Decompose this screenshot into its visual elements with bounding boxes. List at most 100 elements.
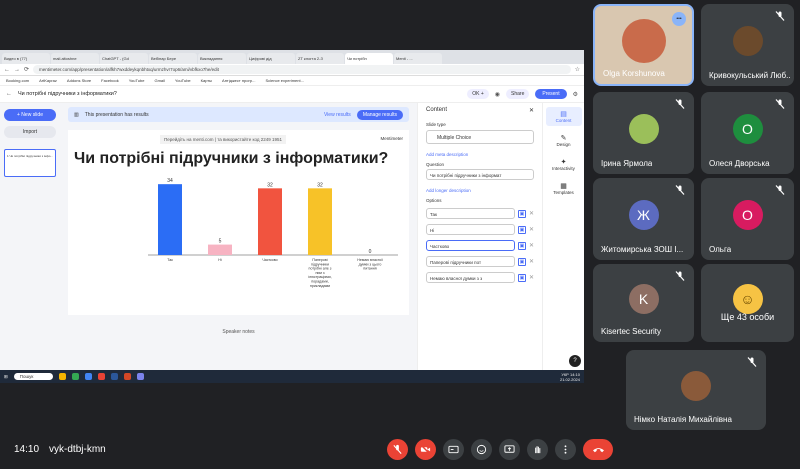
back-arrow-icon[interactable]: ← (6, 91, 12, 97)
tab-content[interactable]: ▤ Content (545, 107, 582, 126)
taskbar-search[interactable]: Пошук (13, 373, 54, 380)
category-label: Немаю власної думки з цього питання (357, 258, 382, 271)
participant-tile[interactable]: ☺ Ще 43 особи (701, 264, 794, 342)
app-icon[interactable] (137, 373, 145, 380)
edge-icon[interactable] (85, 373, 93, 380)
raise-hand-button[interactable] (527, 439, 548, 460)
participant-avatar: K (628, 284, 659, 315)
new-slide-button[interactable]: + New slide (4, 109, 56, 121)
remove-icon[interactable]: ✕ (529, 226, 534, 233)
image-icon[interactable]: ▣ (517, 257, 526, 266)
browser-tab[interactable]: Викладання (198, 53, 246, 64)
chrome-icon[interactable] (72, 373, 80, 380)
participant-tile[interactable]: Кривокульський Люб... (701, 4, 794, 86)
back-icon[interactable]: ← (4, 67, 10, 73)
word-icon[interactable] (111, 373, 119, 380)
option-input[interactable]: Частково (426, 240, 515, 251)
participant-photo (628, 113, 659, 144)
bookmark[interactable]: Science experiment... (265, 78, 303, 83)
url-input[interactable]: mentimeter.com/app/presentation/alfkh7wx… (33, 65, 571, 74)
app-icon[interactable] (98, 373, 106, 380)
remove-icon[interactable]: ✕ (529, 242, 534, 249)
participant-tile[interactable]: Ж Житомирська ЗОШ І... (593, 178, 694, 260)
browser-tab-active[interactable]: Чи потрібн (345, 53, 393, 64)
add-longer-link[interactable]: Add longer description (426, 188, 534, 193)
image-icon[interactable]: ▣ (517, 241, 526, 250)
reactions-button[interactable] (471, 439, 492, 460)
image-icon[interactable]: ▣ (517, 273, 526, 282)
help-icon[interactable]: ? (569, 355, 581, 367)
tab-templates[interactable]: ▦ Templates (546, 179, 582, 198)
bookmark[interactable]: YouTube (129, 78, 145, 83)
browser-tab[interactable]: ZT клогта 2-З (296, 53, 344, 64)
participant-tile[interactable]: Ірина Ярмола (593, 92, 694, 174)
tab-interactivity[interactable]: ✦ Interactivity (546, 155, 582, 174)
participant-tile[interactable]: K Kisertec Security (593, 264, 694, 342)
present-button[interactable]: Present (535, 89, 567, 99)
question-input[interactable]: Чи потрібні підручники з інформат (426, 169, 534, 180)
share-button[interactable]: Share (506, 89, 530, 99)
explorer-icon[interactable] (59, 373, 67, 380)
add-meta-link[interactable]: Add meta description (426, 152, 534, 157)
option-input[interactable]: Ні (426, 224, 515, 235)
meeting-clock: 14:10 (14, 443, 40, 455)
manage-results-button[interactable]: Manage results (356, 109, 403, 120)
participant-tile[interactable]: О Ольга (701, 178, 794, 260)
mic-off-button[interactable] (387, 439, 408, 460)
bookmark[interactable]: Facebook (101, 78, 119, 83)
remove-icon[interactable]: ✕ (529, 258, 534, 265)
forward-icon[interactable]: → (14, 67, 20, 73)
slide-type-select[interactable]: Multiple Choice (426, 130, 534, 144)
view-results-link[interactable]: View results (324, 112, 351, 118)
bookmark[interactable]: ArtKapraz (39, 78, 57, 83)
bookmark[interactable]: Gmail (154, 78, 164, 83)
present-screen-button[interactable] (499, 439, 520, 460)
more-options-button[interactable] (555, 439, 576, 460)
browser-tab[interactable]: Вебінар Бере (149, 53, 197, 64)
participant-tile[interactable]: Німко Наталія Михайлівна (626, 350, 766, 430)
presentation-title[interactable]: Чи потрібні підручники з інформатики? (18, 91, 461, 97)
browser-tab[interactable]: ChatGPT - (Gd (100, 53, 148, 64)
leave-call-button[interactable] (583, 439, 613, 460)
bookmark[interactable]: Антіджест прогр... (222, 78, 255, 83)
speaker-notes[interactable]: Speaker notes (68, 329, 409, 335)
bar-value-label: 32 (317, 182, 323, 188)
option-row: Паперові підручники пот ▣ ✕ (426, 256, 534, 267)
reload-icon[interactable]: ⟳ (24, 66, 29, 73)
participant-tile[interactable]: О Олеся Дворська (701, 92, 794, 174)
tab-design[interactable]: ✎ Design (546, 131, 582, 150)
option-input[interactable]: Немаю власної думки з з (426, 272, 515, 283)
ok-button[interactable]: OK + (467, 89, 489, 99)
bookmark[interactable]: Booking.com (6, 78, 29, 83)
image-icon[interactable]: ▣ (517, 225, 526, 234)
tab-label: Design (556, 142, 571, 147)
option-input[interactable]: Паперові підручники пот (426, 256, 515, 267)
settings-icon[interactable]: ⚙ (573, 91, 578, 98)
browser-tab[interactable]: mail.altoshnе (51, 53, 99, 64)
slide-type-label: Slide type (426, 122, 446, 127)
camera-off-button[interactable] (415, 439, 436, 460)
bookmark[interactable]: Карты (201, 78, 212, 83)
import-button[interactable]: Import (4, 126, 56, 138)
windows-start-icon[interactable]: ⊞ (4, 374, 8, 380)
bookmark[interactable]: YouTube (175, 78, 191, 83)
option-input[interactable]: Так (426, 208, 515, 219)
browser-tab[interactable]: Цифрові дід (247, 53, 295, 64)
browser-tab[interactable]: Видео в (77) (2, 53, 50, 64)
more-icon[interactable]: ••• (672, 12, 686, 26)
browser-tab[interactable]: Menti - ... (394, 53, 442, 64)
image-icon[interactable]: ▣ (517, 209, 526, 218)
bookmark[interactable]: Addons Store (67, 78, 91, 83)
close-icon[interactable]: ✕ (529, 107, 534, 114)
meeting-code[interactable]: vyk-dtbj-kmn (49, 444, 106, 455)
slide-canvas[interactable]: Перейдіть на menti.com | та використайте… (68, 130, 409, 315)
participant-tile[interactable]: Olga Korshunova ••• (593, 4, 694, 86)
slide-thumbnail[interactable]: 1 Чи потрібні підручники з інфо... (4, 149, 56, 177)
captions-button[interactable] (443, 439, 464, 460)
remove-icon[interactable]: ✕ (529, 274, 534, 281)
star-icon[interactable]: ☆ (575, 66, 580, 73)
present-icon (504, 445, 515, 453)
eye-icon[interactable]: ◉ (495, 91, 500, 98)
remove-icon[interactable]: ✕ (529, 210, 534, 217)
powerpoint-icon[interactable] (124, 373, 132, 380)
